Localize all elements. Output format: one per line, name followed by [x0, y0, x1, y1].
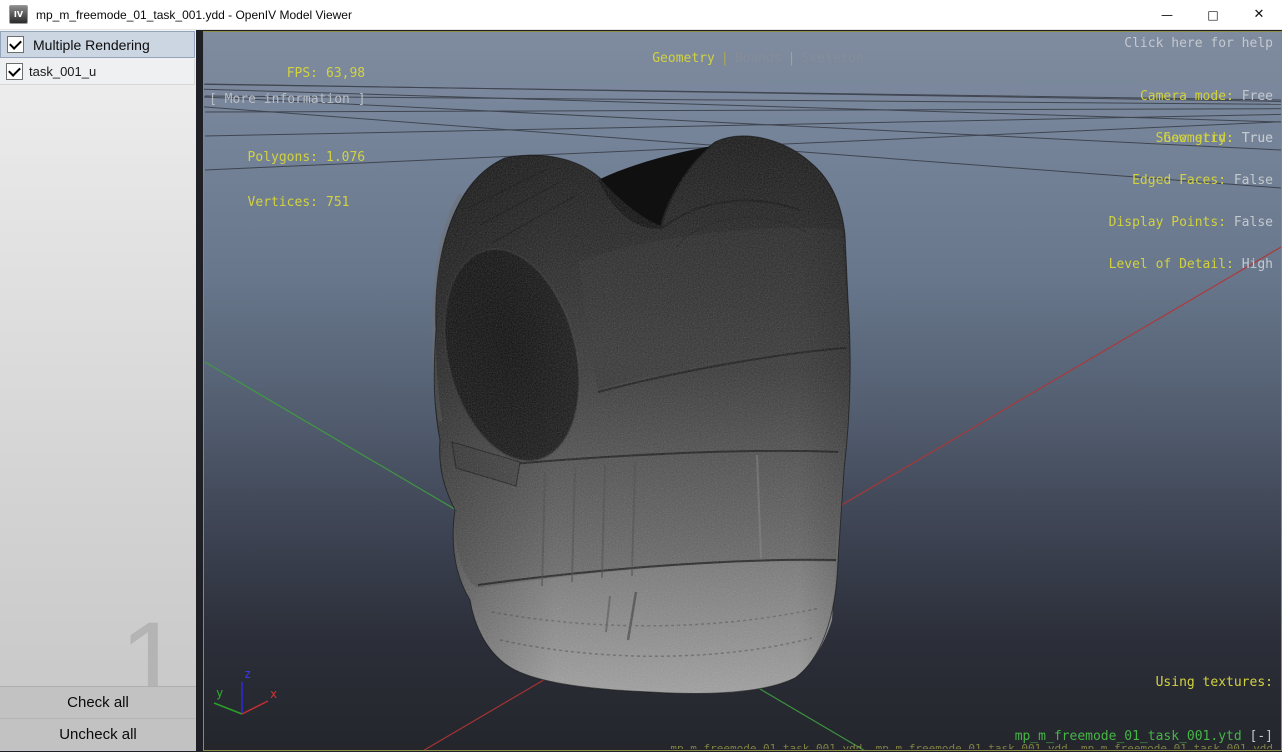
- level-of-detail-value: High: [1241, 257, 1273, 272]
- maximize-button[interactable]: □: [1190, 0, 1236, 29]
- checkmark-icon: [8, 64, 21, 77]
- geometry-value: True: [1241, 131, 1273, 146]
- more-information-link[interactable]: [ More information ]: [209, 92, 366, 107]
- gizmo-z-label: z: [244, 667, 251, 681]
- gizmo-x-label: x: [270, 687, 277, 701]
- edged-faces-value: False: [1233, 173, 1273, 188]
- model-viewport[interactable]: z y x FPS: 63,98 Polygons: 1.076 Vertice…: [203, 31, 1282, 751]
- sidebar-buttons: Check all Uncheck all: [0, 686, 196, 750]
- render-settings: Geometry: True Edged Faces: False Displa…: [1109, 104, 1273, 300]
- help-link[interactable]: Click here for help: [1124, 36, 1273, 51]
- polygons-value: 1.076: [326, 150, 366, 165]
- tab-geometry[interactable]: Geometry: [652, 51, 715, 66]
- geometry-label: Geometry:: [1163, 131, 1234, 146]
- minimize-button[interactable]: —: [1144, 0, 1190, 29]
- window-controls: — □ ✕: [1144, 0, 1282, 29]
- polygons-stat: Polygons: 1.076: [208, 150, 366, 165]
- geometry-setting[interactable]: Geometry: True: [1109, 132, 1273, 146]
- multiple-rendering-checkbox[interactable]: [7, 36, 24, 53]
- checkmark-icon: [9, 37, 22, 50]
- vertices-stat: Vertices: 751: [208, 195, 365, 210]
- edged-faces-setting[interactable]: Edged Faces: False: [1109, 174, 1273, 188]
- model-item-row[interactable]: task_001_u: [0, 59, 195, 85]
- model-item-checkbox[interactable]: [6, 63, 23, 80]
- vertices-label: Vertices:: [247, 195, 318, 210]
- display-points-label: Display Points:: [1108, 215, 1227, 230]
- polygons-label: Polygons:: [247, 150, 318, 165]
- window-title: mp_m_freemode_01_task_001.ydd - OpenIV M…: [36, 7, 352, 22]
- level-of-detail-label: Level of Detail:: [1108, 257, 1234, 272]
- tab-separator: |: [787, 51, 796, 66]
- remove-texture-button[interactable]: [-]: [1250, 729, 1273, 744]
- uncheck-all-button[interactable]: Uncheck all: [0, 719, 196, 750]
- camera-mode-label: Camera mode:: [1139, 89, 1234, 104]
- app-icon: IV: [9, 5, 28, 24]
- tab-bounds[interactable]: Bounds: [735, 51, 782, 66]
- multiple-rendering-row[interactable]: Multiple Rendering: [0, 31, 195, 58]
- tab-separator: |: [720, 51, 729, 66]
- level-of-detail-setting[interactable]: Level of Detail: High: [1109, 258, 1273, 272]
- textures-panel: Using textures: mp_m_freemode_01_task_00…: [1014, 638, 1273, 750]
- using-textures-header: Using textures:: [1155, 675, 1273, 690]
- multiple-rendering-label: Multiple Rendering: [33, 36, 150, 53]
- camera-mode-setting[interactable]: Camera mode: Free: [1140, 90, 1273, 104]
- clipped-bottom-text: mp_m_freemode_01_task_001.ydd mp_m_freem…: [544, 743, 1273, 749]
- titlebar: IV mp_m_freemode_01_task_001.ydd - OpenI…: [0, 0, 1282, 30]
- camera-mode-value: Free: [1241, 89, 1273, 104]
- axis-gizmo: z y x: [213, 667, 277, 715]
- vertices-value: 751: [326, 195, 350, 210]
- edged-faces-label: Edged Faces:: [1132, 173, 1227, 188]
- model-list-sidebar: Multiple Rendering task_001_u 1 Check al…: [0, 30, 196, 751]
- ytd-texture-name: mp_m_freemode_01_task_001.ytd: [1014, 729, 1242, 744]
- check-all-button[interactable]: Check all: [0, 687, 196, 719]
- vest-model: [431, 135, 851, 695]
- close-button[interactable]: ✕: [1236, 0, 1282, 29]
- mode-tabs: Geometry | Bounds | Skeleton: [204, 36, 1281, 81]
- display-points-value: False: [1233, 215, 1273, 230]
- model-item-label: task_001_u: [29, 64, 97, 79]
- tab-skeleton[interactable]: Skeleton: [801, 51, 864, 66]
- display-points-setting[interactable]: Display Points: False: [1109, 216, 1273, 230]
- gizmo-y-label: y: [216, 686, 223, 700]
